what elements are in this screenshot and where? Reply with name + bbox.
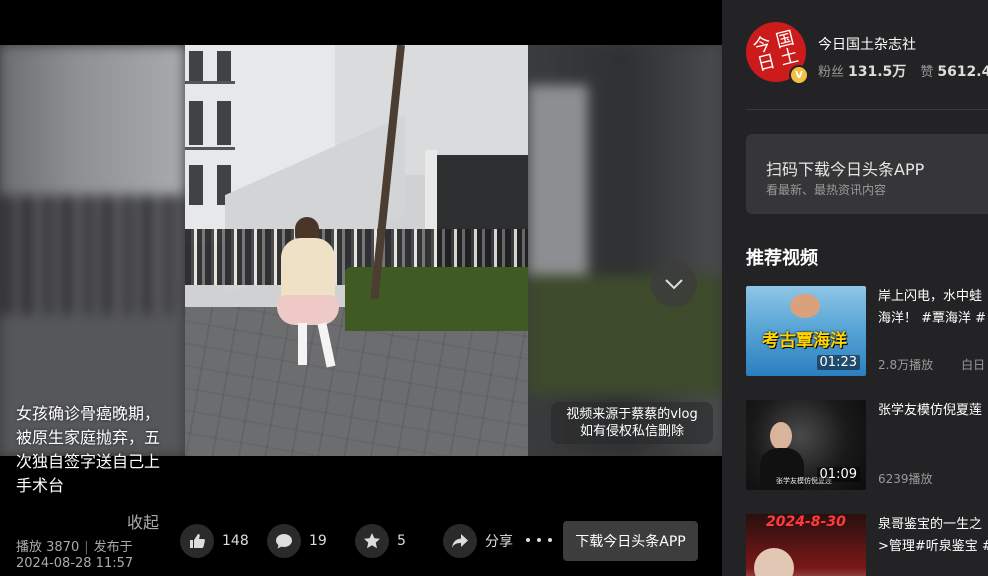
- recommend-title: 岸上闪电，水中蛙 海洋！ #覃海洋 #: [878, 286, 988, 330]
- verified-badge-icon: V: [789, 65, 809, 85]
- download-app-button[interactable]: 下载今日头条APP: [563, 521, 698, 561]
- author-name[interactable]: 今日国土杂志社: [818, 34, 916, 54]
- video-duration: 01:23: [816, 355, 860, 370]
- recommend-meta: 6239播放: [878, 470, 933, 487]
- backdrop-crowd: [0, 195, 185, 315]
- recommend-heading: 推荐视频: [746, 248, 818, 269]
- recommend-thumbnail: 张学友模仿倪夏莲 01:09: [746, 400, 866, 490]
- download-promo-card[interactable]: 扫码下载今日头条APP 看最新、最热资讯内容: [746, 134, 988, 214]
- fold-caption-link[interactable]: 收起: [127, 509, 159, 533]
- promo-title: 扫码下载今日头条APP: [766, 160, 925, 179]
- author-stats: 粉丝131.5万赞5612.4万: [818, 61, 988, 81]
- share-button[interactable]: 分享: [443, 522, 513, 560]
- balcony-rail: [185, 147, 235, 150]
- recommend-item[interactable]: 张学友模仿倪夏莲 01:09 张学友模仿倪夏莲 6239播放: [746, 400, 988, 490]
- more-dot: [548, 538, 552, 542]
- fans-count: 131.5万: [848, 64, 907, 80]
- promo-subtitle: 看最新、最热资讯内容: [766, 183, 887, 197]
- recommend-thumbnail: 考古覃海洋 01:23: [746, 286, 866, 376]
- video-picture: [185, 45, 528, 456]
- publish-prefix: 发布于: [93, 540, 133, 555]
- thumb-overlay-text: 考古覃海洋: [762, 331, 847, 351]
- girl-leg: [298, 323, 307, 365]
- comment-count: 19: [309, 533, 327, 549]
- recommend-meta: 2.8万播放 白日: [878, 356, 985, 373]
- title-line: 张学友模仿倪夏莲: [878, 403, 983, 418]
- share-arrow-icon: [443, 524, 477, 558]
- comment-bubble-icon: [267, 524, 301, 558]
- video-duration: 01:09: [816, 467, 860, 482]
- recommend-item[interactable]: 考古覃海洋 01:23 岸上闪电，水中蛙 海洋！ #覃海洋 # 2.8万播放 白日: [746, 286, 988, 376]
- building-window: [189, 51, 203, 81]
- share-label: 分享: [485, 534, 513, 550]
- more-dot: [537, 538, 541, 542]
- building-window: [217, 101, 231, 145]
- blurred-backdrop-right: [528, 45, 722, 456]
- view-count: 2.8万播放: [878, 358, 934, 372]
- building-window: [189, 165, 203, 205]
- thumb-face: [754, 548, 794, 576]
- recommend-title: 张学友模仿倪夏莲: [878, 400, 988, 422]
- building-window: [189, 101, 203, 145]
- comment-button[interactable]: 19: [267, 522, 327, 560]
- like-count: 148: [222, 533, 249, 549]
- divider: [746, 109, 988, 110]
- chevron-down-icon: [665, 279, 683, 290]
- video-frame[interactable]: [0, 45, 722, 456]
- video-caption: 女孩确诊骨癌晚期，被原生家庭抛弃，五次独自签字送自己上手术台: [16, 404, 161, 495]
- star-icon: [355, 524, 389, 558]
- video-meta: 播放 3870 | 发布于 2024-08-28 11:57: [16, 540, 134, 571]
- recommend-item[interactable]: 2024-8-30 泉哥鉴宝的一生之 >管理#听泉鉴宝 #: [746, 514, 988, 576]
- girl-skirt: [277, 295, 339, 325]
- likes-count: 5612.4万: [937, 64, 988, 80]
- thumb-date-text: 2024-8-30: [766, 514, 846, 530]
- blurred-backdrop-left: [0, 45, 185, 456]
- more-dot: [526, 538, 530, 542]
- favorite-count: 5: [397, 533, 406, 549]
- source-name: 白日: [961, 358, 986, 372]
- video-player: 视频来源于蔡蔡的vlog 如有侵权私信删除 女孩确诊骨癌晚期，被原生家庭抛弃，五…: [0, 0, 722, 576]
- title-line: 海洋！ #覃海洋 #: [878, 311, 987, 326]
- sidebar: 今 国日 土 V 今日国土杂志社 粉丝131.5万赞5612.4万 扫码下载今日…: [722, 0, 988, 576]
- building-window: [217, 51, 231, 81]
- title-line: 泉哥鉴宝的一生之: [878, 517, 983, 532]
- more-options-button[interactable]: [526, 530, 552, 550]
- recommend-title: 泉哥鉴宝的一生之 >管理#听泉鉴宝 #: [878, 514, 988, 558]
- title-line: 岸上闪电，水中蛙: [878, 289, 983, 304]
- likes-label: 赞: [920, 65, 934, 80]
- balcony-rail: [185, 81, 235, 84]
- thumb-swimmer: [790, 294, 820, 318]
- thumb-person-head: [770, 422, 792, 450]
- video-watermark: 视频来源于蔡蔡的vlog 如有侵权私信删除: [551, 402, 713, 444]
- fans-label: 粉丝: [818, 65, 845, 80]
- favorite-button[interactable]: 5: [355, 522, 406, 560]
- watermark-line: 视频来源于蔡蔡的vlog: [566, 407, 698, 422]
- view-count: 6239播放: [878, 472, 933, 486]
- recommend-thumbnail: 2024-8-30: [746, 514, 866, 576]
- play-count: 播放 3870: [16, 540, 80, 555]
- backdrop-wall: [528, 85, 588, 275]
- watermark-line: 如有侵权私信删除: [579, 424, 684, 439]
- expand-chevron-button[interactable]: [651, 261, 697, 307]
- title-line: >管理#听泉鉴宝 #: [878, 539, 988, 554]
- like-button[interactable]: 148: [180, 522, 249, 560]
- publish-date: 2024-08-28 11:57: [16, 556, 134, 571]
- thumbs-up-icon: [180, 524, 214, 558]
